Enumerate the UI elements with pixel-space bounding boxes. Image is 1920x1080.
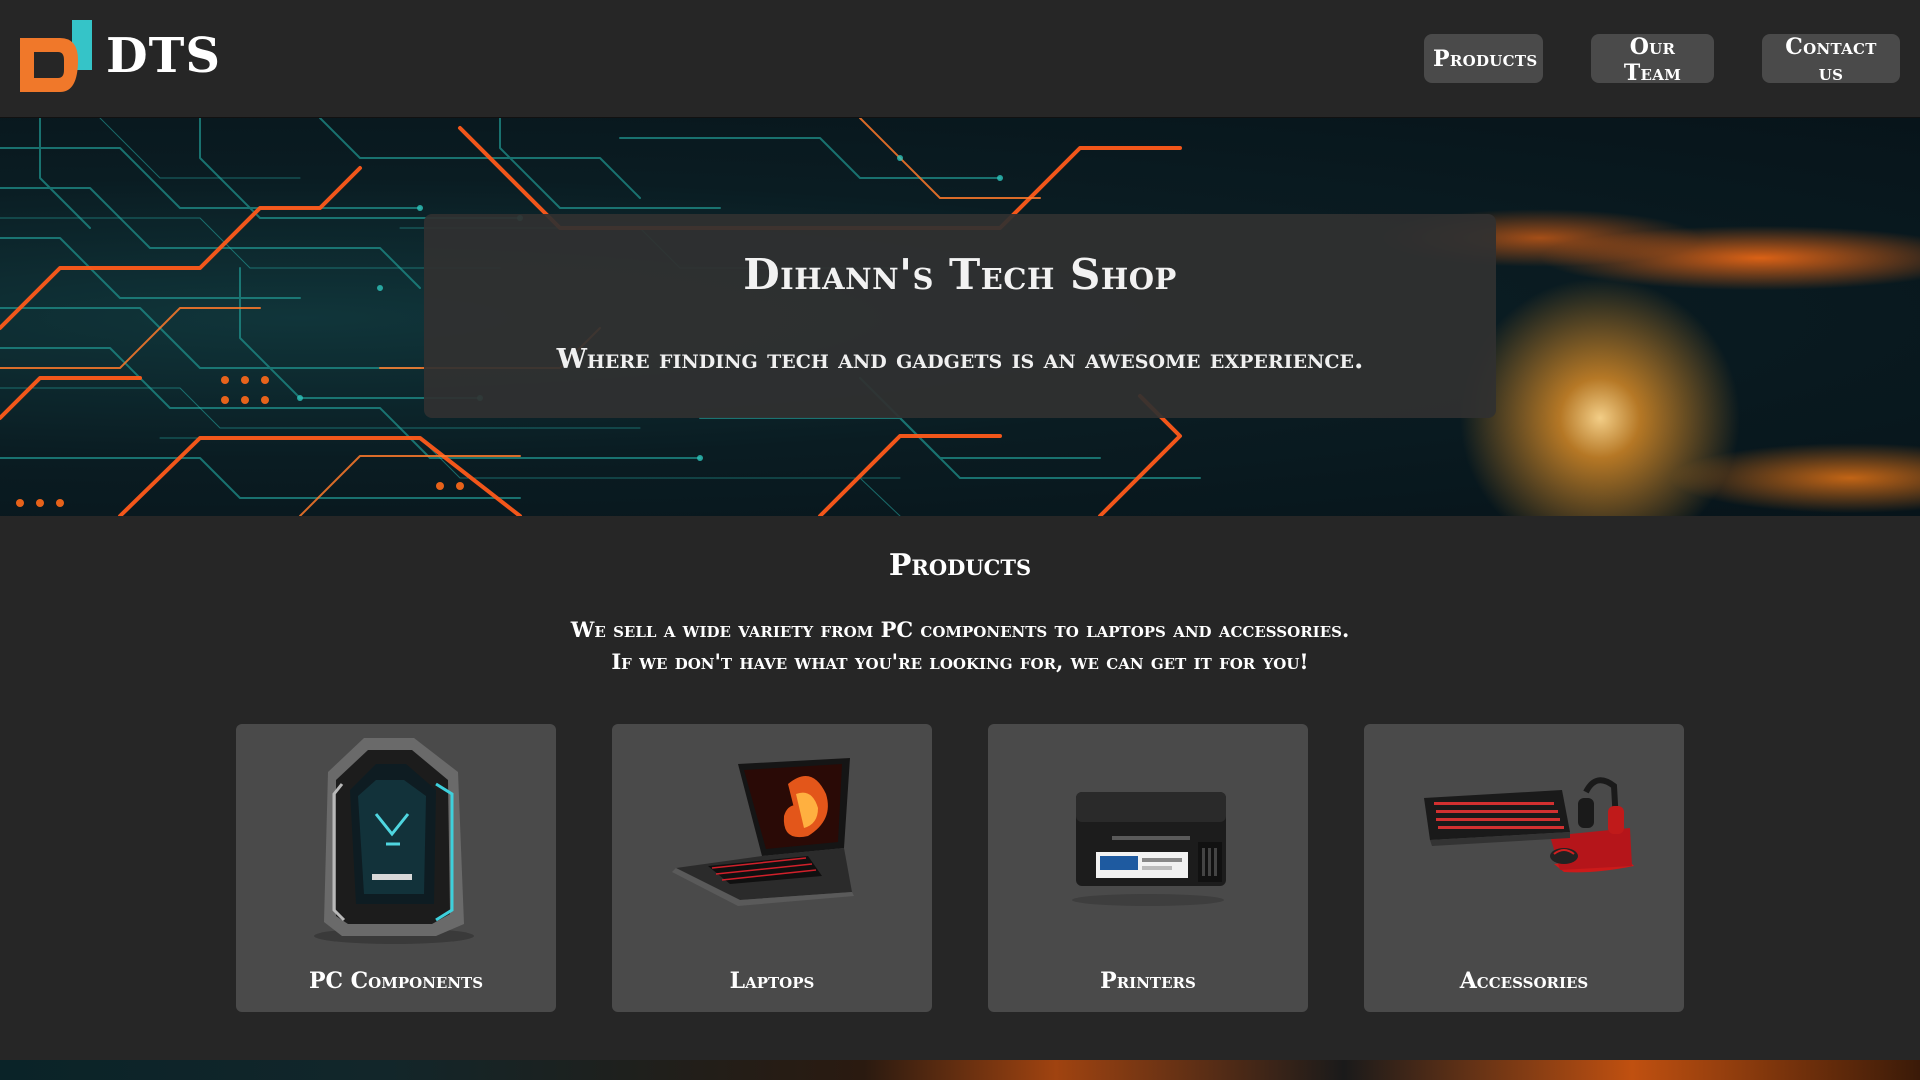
product-card-printers[interactable]: Printers <box>988 724 1308 1012</box>
keyboard-headset-icon <box>1424 777 1634 873</box>
products-description-line: If we don't have what you're looking for… <box>611 649 1309 674</box>
nav-links: Products Our Team Contact us <box>1424 34 1900 86</box>
nav-products-button[interactable]: Products <box>1424 34 1543 83</box>
navbar: DTS Products Our Team Contact us <box>0 0 1920 118</box>
hero-banner: Dihann's Tech Shop Where finding tech an… <box>0 118 1920 516</box>
laptop-icon <box>672 758 854 906</box>
pc-tower-icon <box>314 738 474 944</box>
product-card-laptops[interactable]: Laptops <box>612 724 932 1012</box>
product-card-accessories[interactable]: Accessories <box>1364 724 1684 1012</box>
product-card-label: Laptops <box>729 968 815 994</box>
products-description: We sell a wide variety from PC component… <box>0 614 1920 678</box>
footer-banner-strip <box>0 1060 1920 1080</box>
printer-icon <box>1072 792 1226 906</box>
dts-logo-icon <box>20 20 92 92</box>
product-card-label: PC Components <box>308 968 484 994</box>
products-heading: Products <box>888 548 1032 583</box>
hero-subtitle: Where finding tech and gadgets is an awe… <box>556 344 1364 375</box>
product-card-pc-components[interactable]: PC Components <box>236 724 556 1012</box>
products-description-line: We sell a wide variety from PC component… <box>570 617 1350 642</box>
brand-name: DTS <box>106 28 222 84</box>
logo[interactable]: DTS <box>20 20 221 92</box>
hero-card: Dihann's Tech Shop Where finding tech an… <box>424 214 1496 418</box>
nav-contact-us-button[interactable]: Contact us <box>1762 34 1900 86</box>
product-card-label: Printers <box>1100 968 1196 994</box>
hero-title: Dihann's Tech Shop <box>743 250 1177 299</box>
nav-our-team-button[interactable]: Our Team <box>1591 34 1714 86</box>
product-card-label: Accessories <box>1459 968 1589 994</box>
